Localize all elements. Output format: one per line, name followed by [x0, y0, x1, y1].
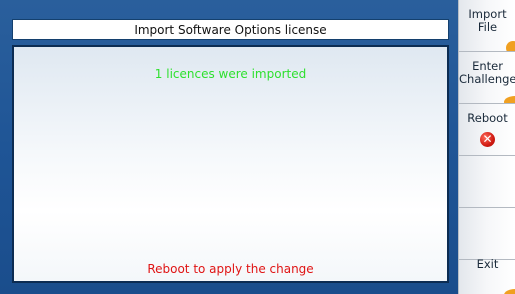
reboot-message: Reboot to apply the change	[147, 262, 314, 276]
reboot-label: Reboot	[467, 111, 508, 125]
main-panel: Import Software Options license 1 licenc…	[0, 0, 458, 294]
enter-challenge-button[interactable]: Enter Challenge	[459, 52, 515, 104]
corner-accent-icon	[506, 41, 515, 51]
dialog-title: Import Software Options license	[12, 19, 449, 40]
content-area: 1 licences were imported Reboot to apply…	[12, 45, 449, 283]
empty-softkey-1[interactable]	[459, 156, 515, 208]
import-file-label: Import File	[468, 7, 507, 34]
reboot-button[interactable]: Reboot ✕	[459, 104, 515, 156]
success-message: 1 licences were imported	[154, 67, 307, 81]
reboot-icon: ✕	[480, 132, 495, 147]
corner-accent-icon	[504, 289, 515, 294]
softkey-panel: Import File Enter Challenge Reboot ✕ Exi…	[458, 0, 515, 294]
dialog-title-text: Import Software Options license	[134, 22, 327, 37]
enter-challenge-label: Enter Challenge	[459, 59, 515, 86]
exit-button[interactable]: Exit	[459, 244, 515, 294]
import-file-button[interactable]: Import File	[459, 0, 515, 52]
corner-accent-icon	[504, 96, 515, 103]
exit-label: Exit	[476, 257, 499, 271]
